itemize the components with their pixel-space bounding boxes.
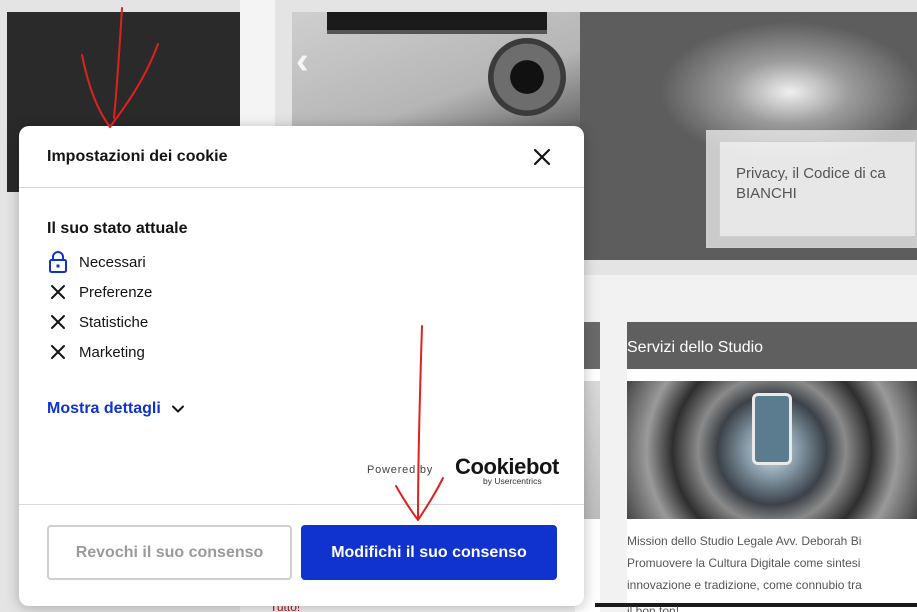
services-column: Servizi dello Studio Mission dello Studi… xyxy=(627,322,917,612)
smartphone-image xyxy=(752,393,792,465)
slide-caption-line1: Privacy, il Codice di ca xyxy=(736,165,886,182)
dialog-footer: Revochi il suo consenso Modifichi il suo… xyxy=(19,504,584,606)
close-x-icon xyxy=(47,281,69,303)
consent-statistics: Statistiche xyxy=(47,307,557,337)
bottom-link-right[interactable]: il bon ton! xyxy=(627,604,679,612)
show-details-link[interactable]: Mostra dettagli xyxy=(47,400,185,418)
change-consent-button[interactable]: Modifichi il suo consenso xyxy=(301,525,557,580)
close-icon[interactable] xyxy=(529,144,555,170)
slider-prev-arrow-icon[interactable]: ‹ xyxy=(296,42,330,80)
cookiebot-sublabel: by Usercentrics xyxy=(483,476,542,486)
services-image[interactable] xyxy=(627,381,917,519)
services-header[interactable]: Servizi dello Studio xyxy=(627,322,917,369)
slide-caption-line2: BIANCHI xyxy=(736,185,797,202)
chevron-down-icon xyxy=(171,405,184,413)
cookie-settings-dialog: Impostazioni dei cookie Il suo stato att… xyxy=(19,126,584,606)
consent-label: Preferenze xyxy=(79,283,153,301)
consent-status-section: Il suo stato attuale Necessari Preferenz… xyxy=(47,220,557,367)
consent-label: Statistiche xyxy=(79,313,149,331)
consent-necessary: Necessari xyxy=(47,247,557,277)
lock-icon xyxy=(47,251,69,273)
close-x-icon xyxy=(47,311,69,333)
consent-preferences: Preferenze xyxy=(47,277,557,307)
dialog-title: Impostazioni dei cookie xyxy=(47,148,228,165)
consent-marketing: Marketing xyxy=(47,337,557,367)
dialog-header: Impostazioni dei cookie xyxy=(19,126,584,188)
powered-by-label: Powered by xyxy=(367,464,434,476)
status-title: Il suo stato attuale xyxy=(47,220,188,237)
services-text-line: Promuovere la Cultura Digitale come sint… xyxy=(627,556,861,570)
slide-caption[interactable]: Privacy, il Codice di ca BIANCHI xyxy=(706,130,917,248)
revoke-consent-button[interactable]: Revochi il suo consenso xyxy=(47,525,292,580)
services-text-line: innovazione e tradizione, come connubio … xyxy=(627,578,862,592)
eye-image xyxy=(488,38,566,116)
show-details-label: Mostra dettagli xyxy=(47,400,161,417)
services-text-line: Mission dello Studio Legale Avv. Deborah… xyxy=(627,534,862,548)
services-text: Mission dello Studio Legale Avv. Deborah… xyxy=(627,530,917,596)
consent-label: Necessari xyxy=(79,253,146,271)
cookiebot-branding[interactable]: Powered by Cookiebot by Usercentrics xyxy=(367,454,559,488)
services-title: Servizi dello Studio xyxy=(627,339,764,356)
close-x-icon xyxy=(47,341,69,363)
consent-label: Marketing xyxy=(79,343,145,361)
slide-photo-monitor xyxy=(327,12,547,34)
